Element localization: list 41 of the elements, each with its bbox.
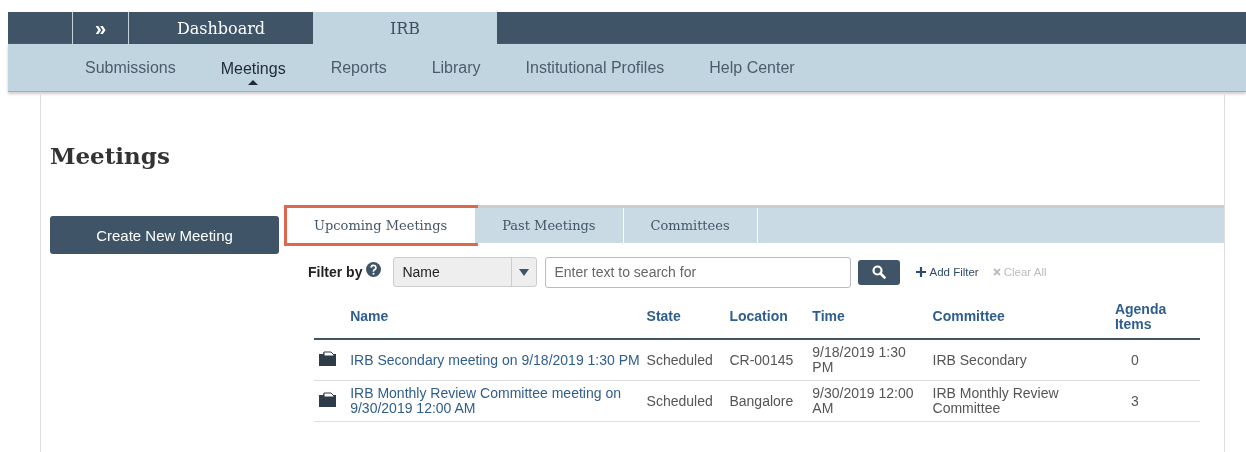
app-tab[interactable]: IRB [313, 12, 497, 44]
nav-link[interactable]: Reports [330, 58, 387, 77]
filter-label: Filter by [308, 264, 363, 280]
tab[interactable]: Upcoming Meetings [287, 208, 476, 243]
nav-link[interactable]: Meetings [220, 60, 286, 85]
plus-icon [916, 267, 927, 277]
table-cell: IRB Monthly Review Committee [930, 380, 1113, 422]
nav-link[interactable]: Submissions [85, 58, 176, 77]
page-title: Meetings [50, 142, 171, 169]
create-meeting-button[interactable]: Create New Meeting [50, 216, 279, 254]
table-cell: 9/30/2019 12:00 AM [810, 380, 931, 422]
search-field[interactable]: Enter text to search for [545, 256, 852, 288]
nav-link[interactable]: Institutional Profiles [525, 58, 665, 77]
column-header[interactable]: Agenda Items [1112, 296, 1200, 339]
table-cell: CR-00145 [727, 339, 811, 381]
tab[interactable]: Past Meetings [475, 208, 624, 243]
search-button[interactable] [858, 259, 901, 285]
table-cell: Scheduled [644, 339, 728, 381]
meeting-link[interactable]: IRB Monthly Review Committee meeting on 9/30/2019 12:00 AM [350, 386, 643, 416]
column-header[interactable]: Time [810, 296, 931, 339]
help-icon[interactable] [366, 261, 382, 277]
nav-link[interactable]: Library [431, 58, 481, 77]
table-cell: 0 [1112, 339, 1200, 381]
table-cell: Bangalore [727, 380, 811, 422]
search-icon [872, 265, 887, 279]
caret-icon [519, 268, 530, 276]
table-cell: Scheduled [644, 380, 728, 422]
column-header[interactable]: Committee [930, 296, 1113, 339]
nav-link[interactable]: Help Center [709, 58, 795, 77]
filter-field-dropdown[interactable]: Name [393, 257, 538, 287]
table-cell: 3 [1112, 380, 1200, 422]
folder-icon [319, 392, 336, 408]
table-cell: 9/18/2019 1:30 PM [810, 339, 931, 381]
column-header[interactable]: Location [727, 296, 811, 339]
add-filter-link[interactable]: Add Filter [916, 266, 979, 278]
folder-icon [319, 351, 336, 367]
column-header[interactable]: State [644, 296, 728, 339]
table-cell: IRB Secondary [930, 339, 1113, 381]
close-icon [992, 268, 1001, 276]
column-header[interactable]: Name [348, 296, 645, 339]
meeting-link[interactable]: IRB Secondary meeting on 9/18/2019 1:30 PM [350, 352, 643, 368]
